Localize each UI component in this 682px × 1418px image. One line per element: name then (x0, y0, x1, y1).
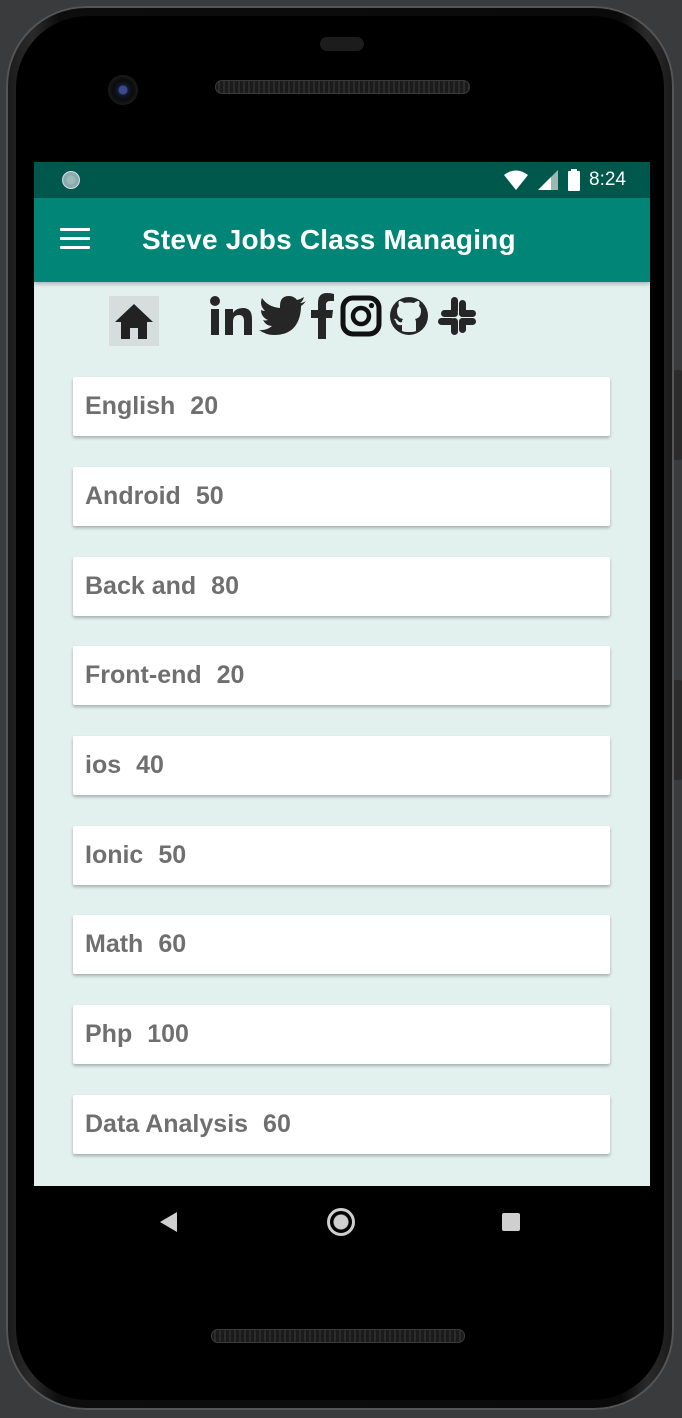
class-count: 80 (211, 572, 239, 600)
status-bar: 8:24 (34, 162, 650, 198)
front-camera (108, 75, 138, 105)
class-count: 100 (147, 1020, 189, 1048)
list-item[interactable]: Back and 80 (73, 557, 610, 616)
home-icon[interactable] (109, 296, 159, 346)
back-icon[interactable] (160, 1212, 177, 1232)
class-name: Math (85, 930, 144, 958)
app-bar: Steve Jobs Class Managing (34, 198, 650, 282)
instagram-icon[interactable] (339, 292, 383, 340)
class-count: 20 (216, 661, 245, 689)
top-speaker (215, 80, 470, 94)
class-count: 50 (195, 482, 224, 510)
class-name: Ionic (85, 841, 144, 869)
system-nav-bar (34, 1186, 650, 1258)
status-time: 8:24 (589, 169, 626, 190)
class-name: English (85, 392, 176, 420)
class-name: Front-end (85, 661, 202, 689)
volume-button (674, 680, 682, 780)
battery-icon (568, 169, 581, 191)
list-item[interactable]: Android 50 (73, 467, 610, 526)
class-count: 40 (136, 751, 164, 779)
list-item[interactable]: ios 40 (73, 736, 610, 795)
class-count: 60 (263, 1110, 291, 1138)
screen: 8:24 Steve Jobs Class Managing English 2… (34, 162, 650, 1186)
list-item[interactable]: Php 100 (73, 1005, 610, 1064)
class-name: Data Analysis (85, 1110, 249, 1138)
facebook-icon[interactable] (307, 292, 337, 340)
class-count: 20 (190, 392, 219, 420)
notification-icon (62, 171, 80, 189)
class-name: Android (85, 482, 181, 510)
cell-signal-icon (538, 170, 559, 190)
recents-icon[interactable] (502, 1213, 520, 1231)
list-item[interactable]: Ionic 50 (73, 826, 610, 885)
menu-icon[interactable] (60, 228, 90, 250)
side-button (674, 370, 682, 460)
earpiece (320, 37, 364, 51)
list-item[interactable]: Data Analysis 60 (73, 1095, 610, 1154)
class-count: 60 (158, 930, 187, 958)
class-count: 50 (158, 841, 187, 869)
class-name: Php (85, 1020, 133, 1048)
slack-icon[interactable] (435, 292, 479, 340)
linkedin-icon[interactable] (208, 292, 254, 340)
nav-home-icon[interactable] (327, 1208, 355, 1236)
list-item[interactable]: English 20 (73, 377, 610, 436)
list-item[interactable]: Math 60 (73, 915, 610, 974)
social-icon-row (34, 282, 650, 362)
class-name: Back and (85, 572, 197, 600)
bottom-speaker (211, 1329, 465, 1343)
twitter-icon[interactable] (258, 292, 308, 340)
class-name: ios (85, 751, 122, 779)
app-title: Steve Jobs Class Managing (142, 224, 516, 255)
wifi-icon (504, 170, 529, 190)
status-icons: 8:24 (503, 162, 626, 198)
list-item[interactable]: Front-end 20 (73, 646, 610, 705)
github-icon[interactable] (387, 292, 431, 340)
